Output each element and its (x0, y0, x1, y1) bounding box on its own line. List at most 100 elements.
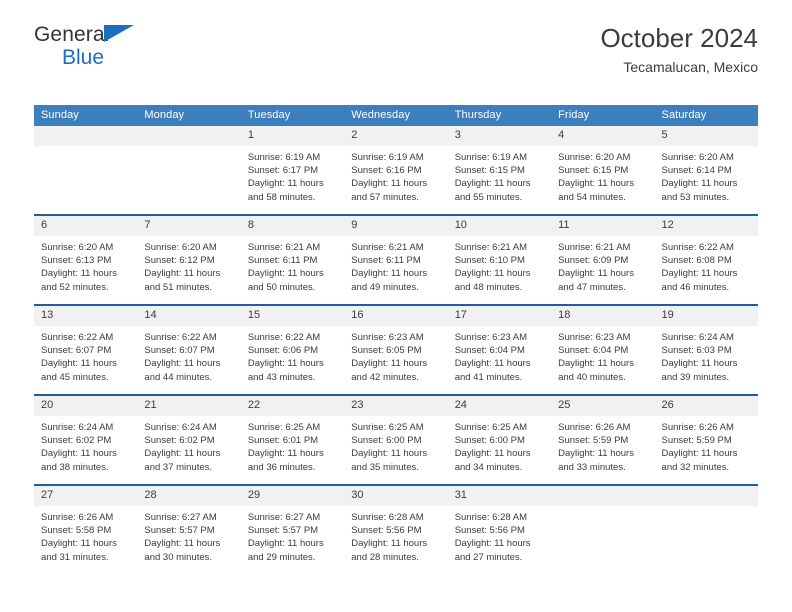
sunrise-text: Sunrise: 6:28 AM (351, 512, 424, 523)
day-number: 21 (137, 396, 241, 416)
sunrise-text: Sunrise: 6:21 AM (454, 242, 528, 253)
day-cell[interactable]: 10 Sunrise: 6:21 AM Sunset: 6:10 PM Dayligh… (447, 214, 552, 305)
calendar-week-row: 6 Sunrise: 6:20 AM Sunset: 6:13 PM Daylight… (34, 214, 758, 305)
day-details: Sunrise: 6:19 AM Sunset: 6:16 PM Daylight:… (344, 146, 447, 204)
day-cell[interactable]: 3 Sunrise: 6:19 AM Sunset: 6:15 PM Daylight… (447, 126, 552, 215)
day-number: 14 (137, 306, 241, 326)
daylight-text-line1: Daylight: 11 hours (247, 358, 324, 370)
day-cell[interactable]: 2 Sunrise: 6:19 AM Sunset: 6:16 PM Daylight… (344, 126, 448, 215)
day-details: Sunrise: 6:20 AM Sunset: 6:12 PM Daylight:… (137, 236, 240, 294)
day-cell[interactable]: 19 Sunrise: 6:24 AM Sunset: 6:03 PM Dayligh… (654, 304, 758, 395)
day-cell[interactable]: 9 Sunrise: 6:21 AM Sunset: 6:11 PM Daylight… (344, 214, 448, 305)
day-cell[interactable]: 29 Sunrise: 6:27 AM Sunset: 5:57 PM Dayligh… (240, 484, 345, 574)
day-cell[interactable]: 16 Sunrise: 6:23 AM Sunset: 6:05 PM Dayligh… (344, 304, 448, 395)
daylight-text-line1: Daylight: 11 hours (661, 358, 738, 370)
daylight-text-line1: Daylight: 11 hours (351, 358, 428, 370)
calendar-week-row: 1 Sunrise: 6:19 AM Sunset: 6:17 PM Daylight… (34, 126, 758, 215)
day-number: 29 (240, 486, 345, 506)
daylight-text-line1: Daylight: 11 hours (351, 538, 428, 550)
sunrise-text: Sunrise: 6:25 AM (351, 422, 424, 433)
day-details: Sunrise: 6:21 AM Sunset: 6:10 PM Daylight:… (448, 236, 551, 294)
flag-triangle-icon (104, 25, 134, 42)
day-cell[interactable]: 26 Sunrise: 6:26 AM Sunset: 5:59 PM Dayligh… (654, 394, 758, 485)
day-cell[interactable]: 21 Sunrise: 6:24 AM Sunset: 6:02 PM Dayligh… (137, 394, 241, 485)
daylight-text-line1: Daylight: 11 hours (247, 268, 324, 280)
day-cell[interactable]: 30 Sunrise: 6:28 AM Sunset: 5:56 PM Dayligh… (344, 484, 448, 574)
daylight-text-line1: Daylight: 11 hours (454, 178, 531, 190)
daylight-text-line2: and 58 minutes. (247, 191, 316, 203)
day-details: Sunrise: 6:22 AM Sunset: 6:07 PM Daylight:… (34, 326, 137, 384)
day-details: Sunrise: 6:20 AM Sunset: 6:13 PM Daylight:… (34, 236, 137, 294)
day-number (654, 486, 758, 506)
daylight-text-line1: Daylight: 11 hours (454, 448, 531, 460)
sunset-text: Sunset: 6:04 PM (454, 345, 525, 357)
day-cell[interactable]: 8 Sunrise: 6:21 AM Sunset: 6:11 PM Daylight… (240, 214, 345, 305)
day-cell[interactable]: 13 Sunrise: 6:22 AM Sunset: 6:07 PM Dayligh… (34, 304, 138, 395)
day-number (137, 126, 241, 146)
day-cell[interactable]: 24 Sunrise: 6:25 AM Sunset: 6:00 PM Dayligh… (447, 394, 552, 485)
day-cell[interactable]: 22 Sunrise: 6:25 AM Sunset: 6:01 PM Dayligh… (240, 394, 345, 485)
general-blue-logo[interactable]: General Blue (34, 24, 234, 72)
sunrise-text: Sunrise: 6:25 AM (247, 422, 321, 433)
sunrise-text: Sunrise: 6:26 AM (661, 422, 734, 433)
daylight-text-line2: and 30 minutes. (144, 551, 213, 563)
sunrise-text: Sunrise: 6:20 AM (144, 242, 217, 253)
daylight-text-line2: and 55 minutes. (454, 191, 523, 203)
page-subtitle: Tecamalucan, Mexico (623, 59, 758, 75)
day-cell[interactable]: 31 Sunrise: 6:28 AM Sunset: 5:56 PM Dayligh… (447, 484, 552, 574)
daylight-text-line1: Daylight: 11 hours (41, 268, 117, 280)
day-cell[interactable]: 15 Sunrise: 6:22 AM Sunset: 6:06 PM Dayligh… (240, 304, 345, 395)
weekday-header-friday: Friday (551, 105, 655, 126)
day-details: Sunrise: 6:25 AM Sunset: 6:00 PM Daylight:… (448, 416, 551, 474)
day-number: 1 (240, 126, 345, 146)
daylight-text-line1: Daylight: 11 hours (144, 268, 221, 280)
daylight-text-line2: and 41 minutes. (454, 371, 523, 383)
day-cell[interactable]: 12 Sunrise: 6:22 AM Sunset: 6:08 PM Dayligh… (654, 214, 758, 305)
daylight-text-line2: and 42 minutes. (351, 371, 419, 383)
day-details: Sunrise: 6:22 AM Sunset: 6:06 PM Daylight:… (241, 326, 344, 384)
day-details: Sunrise: 6:26 AM Sunset: 5:59 PM Daylight:… (655, 416, 758, 474)
day-details: Sunrise: 6:27 AM Sunset: 5:57 PM Daylight:… (137, 506, 240, 564)
day-details: Sunrise: 6:22 AM Sunset: 6:07 PM Daylight:… (137, 326, 240, 384)
day-details: Sunrise: 6:21 AM Sunset: 6:09 PM Daylight:… (551, 236, 654, 294)
day-cell[interactable]: 11 Sunrise: 6:21 AM Sunset: 6:09 PM Dayligh… (551, 214, 655, 305)
day-number: 31 (447, 486, 552, 506)
sunrise-text: Sunrise: 6:21 AM (351, 242, 424, 253)
day-number: 8 (240, 216, 345, 236)
day-cell[interactable]: 6 Sunrise: 6:20 AM Sunset: 6:13 PM Daylight… (34, 214, 138, 305)
day-cell[interactable]: 5 Sunrise: 6:20 AM Sunset: 6:14 PM Daylight… (654, 126, 758, 215)
day-cell[interactable]: 23 Sunrise: 6:25 AM Sunset: 6:00 PM Dayligh… (344, 394, 448, 485)
sunset-text: Sunset: 6:07 PM (144, 345, 215, 357)
day-cell[interactable]: 4 Sunrise: 6:20 AM Sunset: 6:15 PM Daylight… (551, 126, 655, 215)
sunrise-text: Sunrise: 6:25 AM (454, 422, 528, 433)
daylight-text-line2: and 43 minutes. (247, 371, 316, 383)
day-cell[interactable]: 17 Sunrise: 6:23 AM Sunset: 6:04 PM Dayligh… (447, 304, 552, 395)
day-cell[interactable]: 20 Sunrise: 6:24 AM Sunset: 6:02 PM Dayligh… (34, 394, 138, 485)
daylight-text-line1: Daylight: 11 hours (558, 178, 634, 190)
day-cell[interactable]: 25 Sunrise: 6:26 AM Sunset: 5:59 PM Dayligh… (551, 394, 655, 485)
sunset-text: Sunset: 6:07 PM (41, 345, 112, 357)
daylight-text-line2: and 46 minutes. (661, 281, 730, 293)
daylight-text-line2: and 48 minutes. (454, 281, 523, 293)
sunset-text: Sunset: 6:11 PM (247, 255, 318, 267)
daylight-text-line1: Daylight: 11 hours (351, 178, 428, 190)
day-cell[interactable]: 14 Sunrise: 6:22 AM Sunset: 6:07 PM Dayligh… (137, 304, 241, 395)
day-details: Sunrise: 6:28 AM Sunset: 5:56 PM Daylight:… (344, 506, 447, 564)
day-number: 19 (654, 306, 758, 326)
weekday-header-thursday: Thursday (447, 105, 552, 126)
day-cell[interactable]: 28 Sunrise: 6:27 AM Sunset: 5:57 PM Dayligh… (137, 484, 241, 574)
day-number: 27 (34, 486, 138, 506)
sunrise-text: Sunrise: 6:22 AM (41, 332, 114, 343)
daylight-text-line2: and 36 minutes. (247, 461, 316, 473)
day-cell[interactable]: 1 Sunrise: 6:19 AM Sunset: 6:17 PM Daylight… (240, 126, 345, 215)
day-cell[interactable]: 7 Sunrise: 6:20 AM Sunset: 6:12 PM Daylight… (137, 214, 241, 305)
calendar-body: 1 Sunrise: 6:19 AM Sunset: 6:17 PM Daylight… (34, 126, 758, 574)
sunset-text: Sunset: 5:56 PM (454, 525, 525, 537)
daylight-text-line1: Daylight: 11 hours (144, 538, 221, 550)
sunrise-text: Sunrise: 6:20 AM (558, 152, 631, 163)
sunrise-text: Sunrise: 6:26 AM (41, 512, 114, 523)
sunrise-text: Sunrise: 6:27 AM (144, 512, 217, 523)
sunrise-text: Sunrise: 6:27 AM (247, 512, 321, 523)
day-cell[interactable]: 18 Sunrise: 6:23 AM Sunset: 6:04 PM Dayligh… (551, 304, 655, 395)
day-cell[interactable]: 27 Sunrise: 6:26 AM Sunset: 5:58 PM Dayligh… (34, 484, 138, 574)
